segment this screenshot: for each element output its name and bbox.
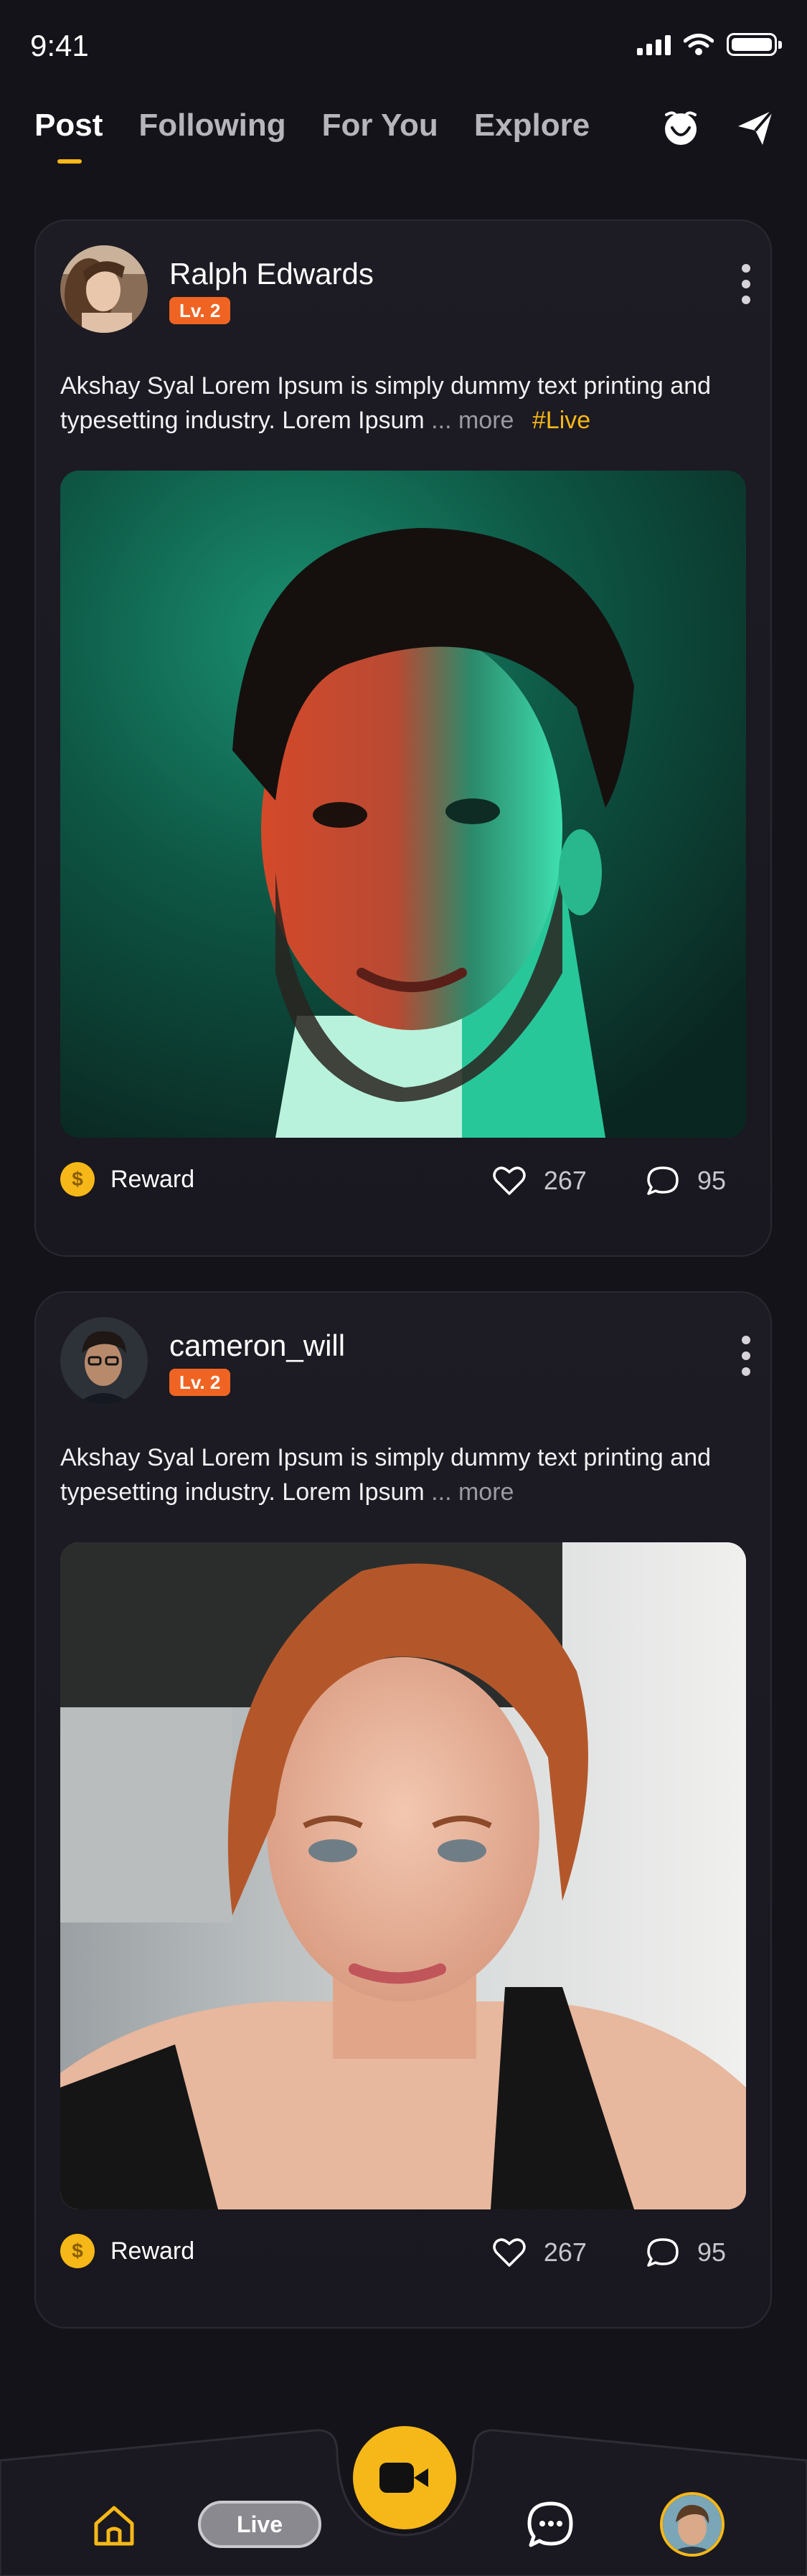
go-live-button[interactable] — [353, 2426, 456, 2529]
status-time: 9:41 — [30, 29, 89, 62]
more-options-icon[interactable] — [742, 264, 750, 304]
bottom-nav: Live — [0, 2410, 807, 2576]
more-link[interactable]: ... more — [431, 407, 514, 434]
post-stats: 267 95 — [491, 1162, 726, 1199]
notification-icon[interactable] — [659, 106, 702, 149]
more-options-icon[interactable] — [742, 1336, 750, 1376]
like-button[interactable]: 267 — [491, 1162, 587, 1199]
coin-icon: $ — [60, 1162, 95, 1197]
like-count: 267 — [543, 2237, 587, 2267]
reward-button[interactable]: $ Reward — [60, 1162, 194, 1197]
post-footer: $ Reward 267 95 — [60, 2231, 746, 2274]
coin-icon: $ — [60, 2234, 95, 2268]
post-text: Akshay Syal Lorem Ipsum is simply dummy … — [60, 1440, 749, 1509]
comment-button[interactable]: 95 — [644, 1162, 726, 1199]
camera-icon — [379, 2463, 428, 2493]
level-badge: Lv. 2 — [169, 1369, 231, 1396]
comment-count: 95 — [697, 2237, 726, 2267]
comment-count: 95 — [697, 1166, 726, 1195]
like-button[interactable]: 267 — [491, 2234, 587, 2271]
more-link[interactable]: ... more — [431, 1478, 514, 1506]
username[interactable]: cameron_will — [169, 1329, 345, 1363]
messages-icon[interactable] — [525, 2499, 577, 2551]
tab-explore[interactable]: Explore — [474, 108, 590, 143]
level-badge: Lv. 2 — [169, 297, 231, 324]
post-footer: $ Reward 267 95 — [60, 1159, 746, 1202]
heart-icon — [493, 1166, 526, 1195]
tab-for-you[interactable]: For You — [322, 108, 438, 143]
comment-button[interactable]: 95 — [644, 2234, 726, 2271]
send-icon[interactable] — [734, 106, 777, 149]
tab-post[interactable]: Post — [34, 108, 103, 164]
reward-label: Reward — [110, 1165, 195, 1193]
status-icons — [637, 33, 782, 56]
cellular-signal-icon — [637, 34, 671, 55]
heart-icon — [493, 2238, 526, 2267]
reward-button[interactable]: $ Reward — [60, 2234, 194, 2268]
post-body: Akshay Syal Lorem Ipsum is simply dummy … — [60, 1444, 712, 1506]
tab-following[interactable]: Following — [138, 108, 285, 143]
user-avatar[interactable] — [60, 1317, 148, 1405]
top-actions — [659, 106, 777, 149]
home-icon[interactable] — [90, 2502, 138, 2549]
user-avatar[interactable] — [60, 245, 148, 333]
wifi-icon — [684, 34, 714, 55]
status-bar: 9:41 — [0, 0, 807, 93]
username[interactable]: Ralph Edwards — [169, 257, 374, 291]
post-text: Akshay Syal Lorem Ipsum is simply dummy … — [60, 369, 749, 438]
reward-label: Reward — [110, 2237, 195, 2265]
hashtag-link[interactable]: #Live — [532, 407, 590, 434]
post-image[interactable] — [60, 1542, 746, 2209]
like-count: 267 — [543, 1166, 587, 1195]
comment-icon — [647, 1166, 679, 1195]
battery-icon — [727, 33, 782, 56]
post-image[interactable] — [60, 471, 746, 1138]
profile-avatar[interactable] — [660, 2492, 725, 2557]
post-card: Ralph Edwards Lv. 2 Akshay Syal Lorem Ip… — [34, 220, 772, 1257]
post-card: cameron_will Lv. 2 Akshay Syal Lorem Ips… — [34, 1291, 772, 2329]
live-button[interactable]: Live — [198, 2501, 321, 2548]
post-stats: 267 95 — [491, 2234, 726, 2271]
comment-icon — [647, 2238, 679, 2267]
post-body: Akshay Syal Lorem Ipsum is simply dummy … — [60, 372, 712, 434]
feed-tabs: Post Following For You Explore — [34, 108, 590, 164]
